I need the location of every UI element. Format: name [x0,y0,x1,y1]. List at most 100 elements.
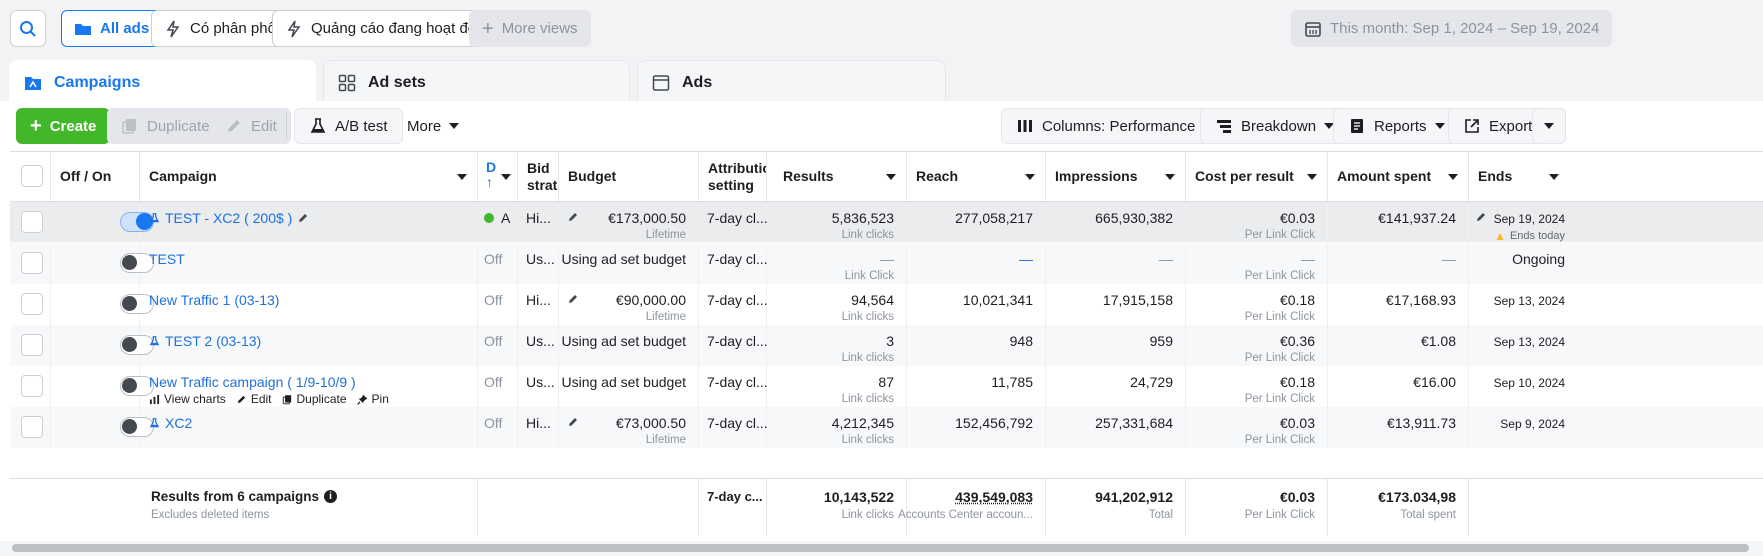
amount-spent-cell: €17,168.93 [1328,284,1469,325]
pencil-icon [237,395,245,403]
header-ends[interactable]: Ends [1469,152,1569,201]
campaign-name-link[interactable]: New Traffic campaign ( 1/9-10/9 ) [149,374,356,390]
delivery-status: Off [484,415,502,431]
campaign-name-link[interactable]: XC2 [149,415,192,431]
horizontal-scrollbar[interactable] [12,544,1749,552]
table-row[interactable]: New Traffic 1 (03-13) Off Hi... €90,000.00 L… [10,284,1763,325]
create-button[interactable]: + Create [16,108,111,144]
impressions-cell: — [1046,243,1186,284]
cost-per-result-cell: €0.36 Per Link Click [1186,325,1328,366]
tab-ad-sets[interactable]: Ad sets [323,60,630,105]
column-label: Off / On [60,168,112,184]
view-label: Quảng cáo đang hoạt động [311,20,493,37]
budget-value: €90,000.00 [615,292,686,308]
select-cell [10,407,51,448]
pencil-icon[interactable] [567,293,579,305]
header-impressions[interactable]: Impressions [1046,152,1186,201]
table-row[interactable]: TEST Off Us... Using ad set budget 7-day cl.… [10,243,1763,284]
row-checkbox[interactable] [21,375,43,397]
more-views-button[interactable]: + More views [469,10,591,47]
row-checkbox[interactable] [21,293,43,315]
info-icon[interactable]: i [324,490,338,503]
header-amount-spent[interactable]: Amount spent [1328,152,1469,201]
impressions-cell: 665,930,382 [1046,202,1186,242]
duplicate-button[interactable]: Duplicate [107,108,224,144]
export-options-button[interactable] [1532,108,1566,144]
pin-action[interactable]: Pin [356,392,389,406]
toggle-knob [122,337,137,352]
header-results[interactable]: Results [767,152,907,201]
campaign-name-cell: TEST 2 (03-13) [140,325,478,366]
date-range-picker[interactable]: This month: Sep 1, 2024 – Sep 19, 2024 [1291,10,1613,47]
reach-cell: — [907,243,1046,284]
pencil-icon[interactable] [1475,211,1487,223]
summary-reach[interactable]: 439,549,083 [955,489,1033,505]
action-label: Duplicate [296,392,347,406]
table-row[interactable]: TEST - XC2 ( 200$ ) A Hi... €173,000.50 Life… [10,202,1763,243]
pencil-icon[interactable] [567,211,579,223]
header-budget[interactable]: Budget [559,152,699,201]
edit-button[interactable]: Edit [211,108,291,144]
more-menu-button[interactable]: More [393,108,473,144]
campaign-name-link[interactable]: New Traffic 1 (03-13) [149,292,279,308]
summary-title-cell: Results from 6 campaigns i Excludes dele… [10,479,478,536]
row-checkbox[interactable] [21,211,43,233]
end-date: Sep 9, 2024 [1500,417,1565,431]
cost-per-result-cell: €0.18 Per Link Click [1186,284,1328,325]
header-reach[interactable]: Reach [907,152,1046,201]
table-row[interactable]: TEST 2 (03-13) Off Us... Using ad set budge… [10,325,1763,366]
header-campaign[interactable]: Campaign [140,152,478,201]
breakdown-button[interactable]: Breakdown [1200,108,1350,144]
cost-per-result-type: Per Link Click [1244,352,1315,364]
summary-spent-cell: €173.034,98 Total spent [1328,479,1469,536]
edit-budget-button[interactable] [567,210,579,226]
select-all-checkbox[interactable] [21,165,43,187]
pencil-icon [228,120,240,132]
campaign-name-link[interactable]: TEST - XC2 ( 200$ ) [149,210,309,226]
table-row[interactable]: New Traffic campaign ( 1/9-10/9 ) View ch… [10,366,1763,407]
view-charts-action[interactable]: View charts [149,392,226,406]
header-bid-strategy[interactable]: Bid strat [518,152,559,201]
edit-budget-button[interactable] [567,415,579,431]
columns-button[interactable]: Columns: Performance [1001,108,1229,144]
summary-cpr-cell: €0.03 Per Link Click [1186,479,1328,536]
campaign-name-link[interactable]: TEST [149,251,185,267]
edit-action[interactable]: Edit [236,392,272,406]
impressions-cell: 959 [1046,325,1186,366]
results-value: 87 [878,374,894,390]
pencil-icon[interactable] [567,416,579,428]
cost-per-result-value: €0.36 [1279,333,1315,349]
row-actions: View charts Edit Duplicate Pin [149,392,389,406]
header-cost-per-result[interactable]: Cost per result [1186,152,1328,201]
table-row[interactable]: XC2 Off Hi... €73,000.50 Lifetime 7-day cl...… [10,407,1763,448]
bid-strategy: Hi... [526,415,551,431]
header-attribution[interactable]: Attributio setting [699,152,767,201]
header-off-on[interactable]: Off / On [51,152,140,201]
reports-button[interactable]: Reports [1333,108,1460,144]
row-checkbox[interactable] [21,334,43,356]
edit-schedule-button[interactable] [1475,210,1487,226]
search-button[interactable] [10,10,46,47]
campaign-name-link[interactable]: TEST 2 (03-13) [149,333,261,349]
row-checkbox[interactable] [21,252,43,274]
flask-icon [310,118,326,133]
tab-ads[interactable]: Ads [637,60,946,105]
ab-test-button[interactable]: A/B test [294,108,403,144]
row-checkbox[interactable] [21,416,43,438]
budget-cell: Using ad set budget [559,243,699,284]
header-delivery[interactable]: D ↑ [478,152,518,201]
reach-value: 948 [1009,333,1033,349]
all-ads-button[interactable]: All ads [61,10,163,47]
edit-budget-button[interactable] [567,292,579,308]
pencil-icon[interactable] [297,212,309,224]
reach-cell: 948 [907,325,1046,366]
columns-label: Columns: Performance [1042,117,1196,135]
tab-campaigns[interactable]: Campaigns [9,60,316,105]
toggle-cell [51,407,154,448]
amount-spent-value: €17,168.93 [1385,292,1456,308]
reports-label: Reports [1374,117,1427,135]
duplicate-icon [282,394,291,404]
action-label: View charts [164,392,226,406]
bid-strategy-cell: Hi... [518,202,559,242]
duplicate-action[interactable]: Duplicate [282,392,347,406]
